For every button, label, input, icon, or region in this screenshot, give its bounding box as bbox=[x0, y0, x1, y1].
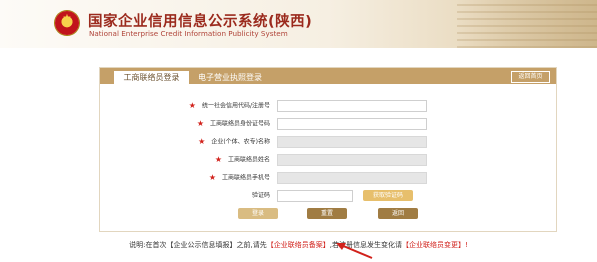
red-arrow-icon bbox=[336, 243, 373, 259]
